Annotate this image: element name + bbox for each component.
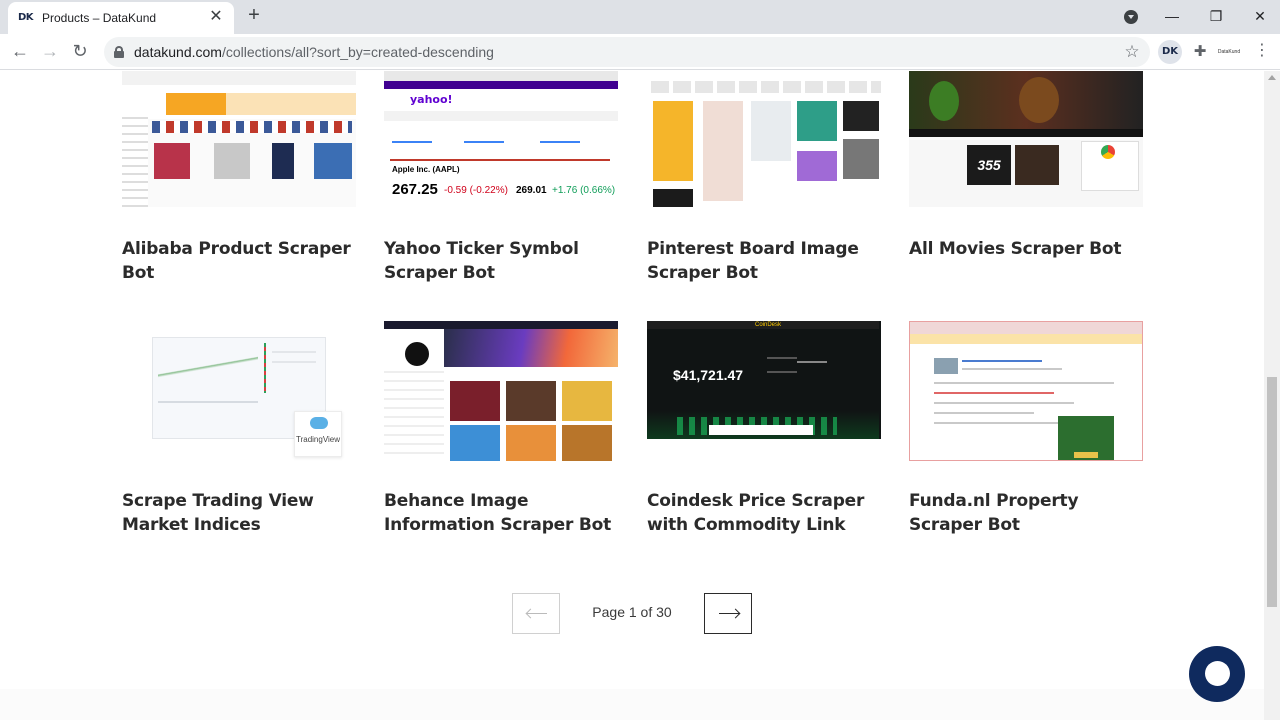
next-page-button[interactable] [704,593,752,634]
restore-button[interactable]: ❐ [1196,4,1236,28]
yahoo-finance-screenshot-icon[interactable]: yahoo! Apple Inc. (AAPL) 267.25 -0.59 (-… [384,71,618,207]
forward-button[interactable]: → [38,40,62,64]
new-tab-button[interactable]: + [244,5,264,26]
chat-widget-button[interactable] [1189,646,1245,702]
product-card[interactable]: Alibaba Product Scraper Bot [122,71,358,283]
coindesk-screenshot-icon[interactable]: CoinDesk $41,721.47 [647,321,881,439]
back-button[interactable]: ← [8,40,32,64]
address-bar[interactable]: datakund.com/collections/all?sort_by=cre… [104,37,1150,67]
movie-poster-badge: 355 [967,145,1011,185]
scrollbar-thumb[interactable] [1267,377,1277,607]
browser-menu-icon[interactable]: ⋮ [1254,42,1270,62]
product-card[interactable]: CoinDesk $41,721.47 Coindesk Price Scrap… [647,321,883,541]
product-title[interactable]: Yahoo Ticker Symbol Scraper Bot [384,237,624,285]
window-close-button[interactable]: ✕ [1240,4,1280,28]
tradingview-screenshot-icon[interactable]: TradingView [122,321,356,461]
product-card[interactable]: Pinterest Board Image Scraper Bot [647,71,883,283]
product-card[interactable]: 355 All Movies Scraper Bot [909,71,1145,271]
url-text[interactable]: datakund.com/collections/all?sort_by=cre… [134,44,1122,60]
product-title[interactable]: Alibaba Product Scraper Bot [122,237,362,285]
scroll-up-arrow-icon[interactable] [1268,75,1276,80]
yahoo-company: Apple Inc. (AAPL) [392,165,460,174]
next-arrow-icon [719,613,739,614]
profile-button[interactable]: DataKund [1214,42,1244,62]
pagination-label: Page 1 of 30 [592,604,672,620]
chat-bubble-icon [1205,661,1230,686]
previous-page-button[interactable] [512,593,560,634]
yahoo-price: 267.25 [392,181,438,198]
product-card[interactable]: Behance Image Information Scraper Bot [384,321,620,541]
yahoo-change: -0.59 (-0.22%) [444,185,508,196]
datakund-favicon-icon: DK [18,12,34,23]
tab-strip: DK Products – DataKund ✕ + — ❐ ✕ [0,0,1280,34]
product-title[interactable]: Pinterest Board Image Scraper Bot [647,237,887,285]
behance-screenshot-icon[interactable] [384,321,618,461]
coindesk-price: $41,721.47 [673,367,744,383]
product-card[interactable]: Funda.nl Property Scraper Bot [909,321,1145,541]
extensions-puzzle-icon[interactable]: ✚ [1190,42,1210,62]
browser-toolbar: ← → ↻ datakund.com/collections/all?sort_… [0,34,1280,70]
product-title[interactable]: Scrape Trading View Market Indices [122,489,362,537]
yahoo-logo: yahoo! [410,93,453,106]
footer-strip [0,689,1264,720]
funda-screenshot-icon[interactable] [909,321,1143,461]
product-title[interactable]: Coindesk Price Scraper with Commodity Li… [647,489,887,537]
close-tab-icon[interactable]: ✕ [208,9,224,26]
product-title[interactable]: All Movies Scraper Bot [909,237,1149,261]
pinterest-screenshot-icon[interactable] [647,71,881,207]
product-title[interactable]: Behance Image Information Scraper Bot [384,489,624,537]
datakund-extension-icon[interactable]: DK [1158,40,1182,64]
alibaba-screenshot-icon[interactable] [122,71,356,207]
url-domain: datakund.com [134,44,222,60]
browser-tab[interactable]: DK Products – DataKund ✕ [8,2,234,34]
minimize-button[interactable]: — [1152,4,1192,28]
product-title[interactable]: Funda.nl Property Scraper Bot [909,489,1149,537]
page-scrollbar[interactable] [1264,71,1280,720]
tradingview-logo: TradingView [295,435,341,444]
lock-icon[interactable] [114,46,124,58]
bookmark-star-icon[interactable]: ☆ [1122,42,1142,62]
coindesk-brand: CoinDesk [754,322,781,328]
url-path: /collections/all?sort_by=created-descend… [221,44,494,60]
product-card[interactable]: yahoo! Apple Inc. (AAPL) 267.25 -0.59 (-… [384,71,620,283]
tab-title: Products – DataKund [42,11,157,25]
movies-screenshot-icon[interactable]: 355 [909,71,1143,207]
previous-arrow-icon [527,613,547,614]
tab-search-icon[interactable] [1124,10,1138,24]
product-card[interactable]: TradingView Scrape Trading View Market I… [122,321,358,541]
collection-page: Alibaba Product Scraper Bot yahoo! Apple… [0,71,1264,720]
yahoo-price-after: 269.01 [516,185,547,196]
reload-button[interactable]: ↻ [68,40,92,64]
yahoo-change-after: +1.76 (0.66%) [552,185,616,196]
